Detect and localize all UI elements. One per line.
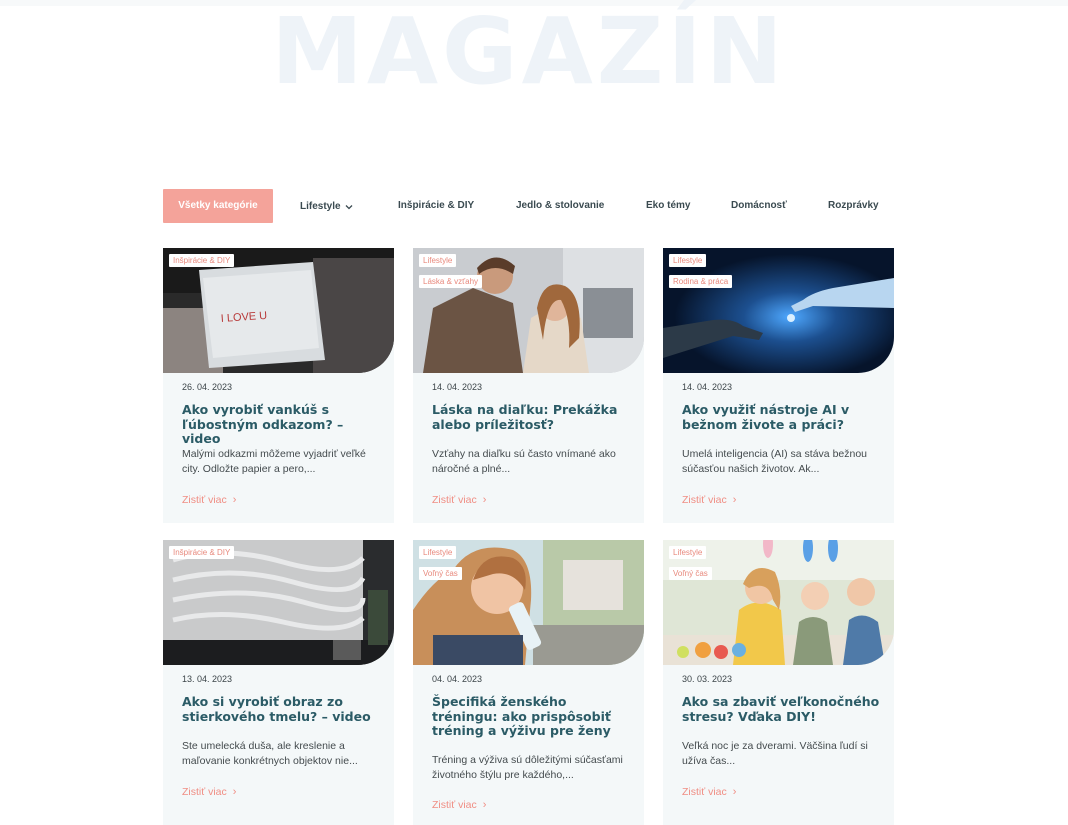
chevron-down-icon <box>345 190 353 224</box>
article-excerpt: Malými odkazmi môžeme vyjadriť veľké cit… <box>182 448 366 475</box>
article-card[interactable]: Lifestyle Voľný čas 30. 03. 2023 Ako sa … <box>663 540 894 825</box>
nav-item-domacnost[interactable]: Domácnosť <box>731 189 787 223</box>
nav-item-eko-temy[interactable]: Eko témy <box>646 189 690 223</box>
nav-item-lifestyle[interactable]: Lifestyle <box>300 189 353 223</box>
category-tag[interactable]: Rodina & práca <box>669 275 733 288</box>
article-date: 13. 04. 2023 <box>182 674 233 684</box>
read-more-link[interactable]: Zistiť viac › <box>682 786 736 798</box>
category-tag[interactable]: Inšpirácie & DIY <box>169 254 235 267</box>
read-more-label: Zistiť viac <box>432 799 477 811</box>
read-more-label: Zistiť viac <box>182 786 227 798</box>
chevron-right-icon: › <box>232 494 237 506</box>
article-title[interactable]: Ako sa zbaviť veľkonočného stresu? Vďaka… <box>682 694 882 724</box>
nav-item-label: Lifestyle <box>300 201 341 212</box>
category-tag[interactable]: Láska & vzťahy <box>419 275 483 288</box>
read-more-label: Zistiť viac <box>182 494 227 506</box>
category-tag[interactable]: Lifestyle <box>419 254 457 267</box>
article-title[interactable]: Špecifiká ženského tréningu: ako prispôs… <box>432 694 632 739</box>
nav-item-jedlo-stolovanie[interactable]: Jedlo & stolovanie <box>516 189 604 223</box>
article-card[interactable]: Lifestyle Rodina & práca 14. 04. 2023 Ak… <box>663 248 894 523</box>
chevron-right-icon: › <box>732 494 737 506</box>
page-title: MAGAZÍN <box>271 0 787 105</box>
article-card[interactable]: Lifestyle Láska & vzťahy 14. 04. 2023 Lá… <box>413 248 644 523</box>
chevron-right-icon: › <box>732 786 737 798</box>
read-more-link[interactable]: Zistiť viac › <box>182 786 236 798</box>
chevron-right-icon: › <box>482 494 487 506</box>
read-more-link[interactable]: Zistiť viac › <box>432 494 486 506</box>
article-title[interactable]: Ako si vyrobiť obraz zo stierkového tmel… <box>182 694 382 724</box>
category-tag[interactable]: Lifestyle <box>419 546 457 559</box>
article-date: 26. 04. 2023 <box>182 382 233 392</box>
nav-item-all-categories[interactable]: Všetky kategórie <box>163 189 273 223</box>
article-card[interactable]: Inšpirácie & DIY 13. 04. 2023 Ako si vyr… <box>163 540 394 825</box>
read-more-link[interactable]: Zistiť viac › <box>682 494 736 506</box>
article-date: 14. 04. 2023 <box>432 382 483 392</box>
article-date: 30. 03. 2023 <box>682 674 733 684</box>
article-excerpt: Tréning a výživa sú dôležitými súčasťami… <box>432 754 623 781</box>
read-more-link[interactable]: Zistiť viac › <box>182 494 236 506</box>
nav-item-rozpravky[interactable]: Rozprávky <box>828 189 879 223</box>
article-card[interactable]: I LOVE U Inšpirácie & DIY 26. 04. 2023 A… <box>163 248 394 523</box>
article-title[interactable]: Ako vyrobiť vankúš s ľúbostným odkazom? … <box>182 402 382 447</box>
article-title[interactable]: Láska na diaľku: Prekážka alebo príležit… <box>432 402 632 432</box>
article-excerpt: Veľká noc je za dverami. Väčšina ľudí si… <box>682 740 868 767</box>
article-excerpt: Vzťahy na diaľku sú často vnímané ako ná… <box>432 448 616 475</box>
article-date: 14. 04. 2023 <box>682 382 733 392</box>
read-more-label: Zistiť viac <box>682 786 727 798</box>
category-nav: Všetky kategórie Lifestyle Inšpirácie & … <box>163 189 894 223</box>
article-excerpt: Ste umelecká duša, ale kreslenie a maľov… <box>182 740 358 767</box>
chevron-right-icon: › <box>232 786 237 798</box>
read-more-label: Zistiť viac <box>432 494 477 506</box>
category-tag[interactable]: Voľný čas <box>669 567 712 580</box>
article-title[interactable]: Ako využiť nástroje AI v bežnom živote a… <box>682 402 882 432</box>
article-excerpt: Umelá inteligencia (AI) sa stáva bežnou … <box>682 448 868 475</box>
read-more-link[interactable]: Zistiť viac › <box>432 799 486 811</box>
read-more-label: Zistiť viac <box>682 494 727 506</box>
category-tag[interactable]: Lifestyle <box>669 546 707 559</box>
article-card[interactable]: Lifestyle Voľný čas 04. 04. 2023 Špecifi… <box>413 540 644 825</box>
category-tag[interactable]: Voľný čas <box>419 567 462 580</box>
nav-item-inspiracie-diy[interactable]: Inšpirácie & DIY <box>398 189 474 223</box>
category-tag[interactable]: Inšpirácie & DIY <box>169 546 235 559</box>
article-date: 04. 04. 2023 <box>432 674 483 684</box>
chevron-right-icon: › <box>482 799 487 811</box>
category-tag[interactable]: Lifestyle <box>669 254 707 267</box>
